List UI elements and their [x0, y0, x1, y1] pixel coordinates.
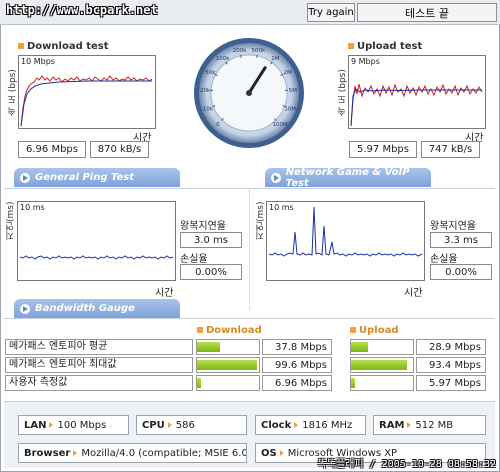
gauge-tick-label: 2M: [283, 70, 291, 76]
game-x-label: 시간: [404, 288, 423, 299]
download-bar-fill: [197, 342, 220, 352]
triangle-icon: [167, 422, 172, 428]
upload-bar-value: 5.97 Mbps: [416, 375, 486, 391]
game-rtt-label: 왕복지연율: [430, 221, 476, 232]
game-loss-value: 0.00%: [430, 264, 492, 280]
clock-info: Clock 1816 MHz: [255, 415, 366, 435]
arrow-icon: [271, 172, 281, 183]
upload-bar-fill: [351, 378, 355, 388]
game-rtt-value: 3.3 ms: [430, 232, 492, 248]
gauge-tick-label: 5M: [289, 88, 297, 94]
bandwidth-rule: [4, 318, 495, 319]
ping-loss-value: 0.00%: [180, 264, 242, 280]
tab-general-ping-test[interactable]: General Ping Test: [14, 168, 180, 187]
triangle-icon: [407, 422, 412, 428]
game-chart: 10 ms: [266, 201, 425, 281]
ping-chart: 10 ms: [17, 201, 176, 281]
game-loss-label: 손실율: [430, 254, 458, 265]
gauge-tick-label: 500k: [252, 48, 266, 54]
browser-info: Browser Mozilla/4.0 (compatible; MSIE 6.0: [18, 443, 247, 463]
lan-info: LAN 100 Mbps: [18, 415, 129, 435]
ping-x-label: 시간: [155, 288, 174, 299]
site-url: http://www.bcpark.net: [6, 3, 158, 17]
download-title: Download test: [18, 41, 109, 52]
triangle-icon: [294, 422, 299, 428]
ping-rtt-value: 3.0 ms: [180, 232, 242, 248]
download-bar-value: 6.96 Mbps: [262, 375, 332, 391]
download-chart: 10 Mbps: [18, 55, 156, 129]
tab-bandwidth-gauge[interactable]: Bandwidth Gauge: [14, 299, 180, 318]
bullet-icon: [18, 43, 24, 49]
ping-graph: [19, 255, 174, 260]
arrow-icon: [20, 172, 30, 183]
upload-bar-value: 93.4 Mbps: [416, 357, 486, 373]
upload-mbps-value: 5.97 Mbps: [349, 141, 417, 158]
try-again-button[interactable]: Try again: [307, 3, 355, 22]
cpu-info: CPU 586: [136, 415, 247, 435]
ping-y-label: 지연(ms): [6, 201, 16, 240]
download-mbps-value: 6.96 Mbps: [18, 141, 86, 158]
gauge-tick-label: 100k: [216, 56, 230, 62]
download-column-header: Download: [197, 325, 262, 336]
speed-gauge: 0 10k 20k 50k 100k200k 500k 1M 2M 5M 10M 100M: [194, 38, 304, 148]
game-graph: [268, 206, 423, 257]
download-kbs-value: 870 kB/s: [90, 141, 149, 158]
upload-bar-value: 28.9 Mbps: [416, 339, 486, 355]
arrow-icon: [20, 303, 30, 314]
gauge-tick-label: 20k: [200, 88, 211, 94]
end-test-button[interactable]: 테스트 끝: [357, 3, 497, 22]
upload-kbs-value: 747 kB/s: [421, 141, 480, 158]
gauge-tick-label: 10k: [203, 106, 214, 112]
ping-loss-label: 손실율: [180, 254, 208, 265]
gauge-tick: [240, 54, 242, 58]
gauge-tick-label: 1M: [271, 56, 279, 62]
bullet-icon: [350, 327, 356, 333]
download-bar-value: 37.8 Mbps: [262, 339, 332, 355]
upload-bar: [350, 375, 414, 391]
triangle-icon: [73, 450, 78, 456]
ram-info: RAM 512 MB: [373, 415, 486, 435]
gauge-tick-label: 50k: [205, 70, 216, 76]
watermark: 똑똑플래피 / 2005-10-28 08:58:32: [317, 459, 496, 470]
download-bar-fill: [197, 378, 201, 388]
upload-graph: [350, 83, 483, 127]
bullet-icon: [197, 327, 203, 333]
triangle-icon: [49, 422, 54, 428]
gauge-tick-label: 100M: [272, 122, 287, 128]
upload-bar-fill: [351, 342, 368, 352]
gauge-tick-label: 0: [216, 122, 220, 128]
download-bar-value: 99.6 Mbps: [262, 357, 332, 373]
upload-column-header: Upload: [350, 325, 398, 336]
upload-chart: 9 Mbps: [348, 55, 486, 129]
upload-title: Upload test: [348, 41, 422, 52]
upload-bar-fill: [351, 360, 407, 370]
gauge-tick-label: 10M: [284, 106, 296, 112]
gauge-tick-label: 200k: [233, 48, 247, 54]
download-bar: [196, 357, 260, 373]
bandwidth-row-label: 메가패스 엔토피아 최대값: [5, 357, 193, 373]
gauge-tick: [256, 54, 258, 58]
download-bar: [196, 339, 260, 355]
section-rule: [4, 188, 495, 189]
section-divider: [249, 190, 250, 310]
download-graph: [20, 75, 153, 127]
download-bar: [196, 375, 260, 391]
bullet-icon: [348, 43, 354, 49]
bandwidth-row-label: 사용자 측정값: [5, 375, 193, 391]
ping-rtt-label: 왕복지연율: [180, 221, 226, 232]
triangle-icon: [279, 450, 284, 456]
upload-bar: [350, 339, 414, 355]
upload-bar: [350, 357, 414, 373]
download-bar-fill: [197, 360, 257, 370]
bandwidth-row-label: 메가패스 엔토피아 평균: [5, 339, 193, 355]
tab-network-game-voip-test[interactable]: Network Game & VoIP Test: [265, 167, 431, 189]
